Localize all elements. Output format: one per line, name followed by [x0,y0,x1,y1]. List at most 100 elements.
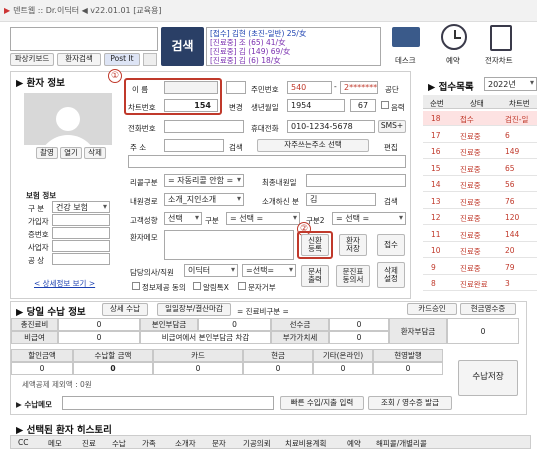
photo-capture-button[interactable]: 촬영 [36,147,58,159]
detail-info-link[interactable]: < 상세정보 보기 > [34,278,95,289]
card-value[interactable]: 0 [153,362,243,375]
ins-business-input[interactable] [52,240,110,252]
introducer-input[interactable]: 김 [306,193,376,206]
tendency-select[interactable]: 선택 [164,212,202,225]
consent-checkbox[interactable] [132,282,140,290]
new-patient-register-button[interactable]: 신환 등록 [301,234,329,256]
gongdan-button[interactable]: 공단 [385,84,399,95]
history-tab[interactable]: 치료비용계획 [285,438,326,449]
alimtalk-checkbox[interactable] [193,282,201,290]
quick-income-button[interactable]: 빠른 수입/지출 입력 [280,396,364,410]
history-tab[interactable]: 소개자 [175,438,196,449]
introducer-search-button[interactable]: 검색 [384,196,398,207]
patient-search-button[interactable]: 환자검색 [57,53,101,66]
daily-ledger-tab[interactable]: 일일장부/결산마감 [157,303,231,316]
receipt-row[interactable]: 16 진료중 149 [423,144,537,159]
frequent-address-button[interactable]: 자주쓰는주소 선택 [257,139,369,152]
chart-no-input[interactable]: 154 [164,99,218,112]
patient-memo-textarea[interactable] [164,230,294,260]
cash-receipt-button[interactable]: 현금영수증 [460,303,516,315]
age-input[interactable]: 67 [350,99,376,112]
receipt-row[interactable]: 12 진료중 120 [423,210,537,225]
detail-payment-tab[interactable]: 상세 수납 [102,303,148,316]
post-it-icon[interactable] [143,53,157,66]
address-edit-button[interactable]: 편집 [384,142,398,153]
gubun-select[interactable]: = 선택 = [226,212,300,225]
name-input[interactable] [164,81,218,94]
card-approve-button[interactable]: 카드승인 [407,303,457,315]
name-extra-input[interactable] [226,81,246,94]
doctor-select[interactable]: 이딕터 [184,264,238,277]
receipt-row[interactable]: 8 진료완료 3 [423,276,537,291]
photo-delete-button[interactable]: 삭제 [84,147,106,159]
waiting-list-box[interactable]: [접수] 김현 (초진-일반) 25/女 [진료중] 조 (65) 41/女 [… [206,27,381,66]
phone-input[interactable] [164,120,244,133]
questionnaire-button[interactable]: 문진표 동의서 [336,265,370,287]
virtual-keyboard-button[interactable]: 파상키보드 [10,53,54,66]
sms-button[interactable]: SMS+ [378,120,406,133]
address-detail-input[interactable] [128,155,406,168]
last-visit-input[interactable] [306,174,406,187]
history-tab[interactable]: 예약 [347,438,361,449]
mobile-input[interactable]: 010-1234-5678 [287,120,375,133]
receipt-row[interactable]: 14 진료중 56 [423,177,537,192]
search-button[interactable]: 검색 [161,27,204,66]
patient-save-button[interactable]: 환자 저장 [339,234,367,256]
history-tab[interactable]: CC [18,438,28,447]
insurance-kind-select[interactable]: 건강 보험 [52,201,110,213]
receipt-col-status: 상태 [470,99,484,108]
history-tab[interactable]: 진료 [82,438,96,449]
cash-issue-value[interactable]: 0 [373,362,443,375]
history-tab[interactable]: 가족 [142,438,156,449]
receipt-row[interactable]: 9 진료중 79 [423,260,537,275]
discount-value[interactable]: 0 [11,362,73,375]
ins-accident-input[interactable] [52,253,110,265]
non-covered-label: 비급여 [11,331,58,344]
receipt-row[interactable]: 17 진료중 6 [423,128,537,143]
history-tab[interactable]: 메모 [48,438,62,449]
receipt-row[interactable]: 13 진료중 76 [423,194,537,209]
cash-value[interactable]: 0 [243,362,313,375]
jumin-back-input[interactable]: 2******* [340,81,378,94]
staff-select[interactable]: =선택= [242,264,296,277]
reservation-label: 예약 [446,56,460,65]
delete-setting-button[interactable]: 삭제 설정 [377,262,405,288]
photo-open-button[interactable]: 열기 [60,147,82,159]
address-input[interactable] [164,139,224,152]
receipt-row[interactable]: 18 접수 검진-일 [423,111,537,126]
fee-type-select[interactable]: = 진료비구분 = [237,306,289,317]
receipt-row[interactable]: 10 진료중 20 [423,243,537,258]
birth-input[interactable]: 1954 [287,99,345,112]
lunar-checkbox[interactable] [381,101,389,109]
chart-no-change-button[interactable]: 변경 [229,102,243,113]
history-tab[interactable]: 해피콜/개별리콜 [376,438,427,449]
receipt-issue-button[interactable]: 조회 / 영수증 발급 [368,396,452,410]
sms-refuse-checkbox[interactable] [238,282,246,290]
receipt-row[interactable]: 11 진료중 144 [423,227,537,242]
recall-select[interactable]: = 자동리콜 안함 = [164,174,244,187]
reception-button[interactable]: 접수 [377,234,405,256]
route-select[interactable]: 소개_지인소개 [164,193,244,206]
ins-card-no-input[interactable] [52,227,110,239]
address-search-button[interactable]: 검색 [229,142,243,153]
history-tab[interactable]: 문자 [212,438,226,449]
receipt-row-no: 15 [431,163,441,173]
e-chart-icon[interactable] [490,25,512,51]
document-print-button[interactable]: 문서 출력 [301,265,329,287]
payment-memo-input[interactable] [62,396,274,410]
patient-search-input[interactable] [10,27,158,51]
receipt-year-select[interactable]: 2022년 [484,77,537,91]
reservation-clock-icon[interactable] [441,24,467,50]
desk-icon[interactable] [392,27,420,47]
receipt-row-chart: 20 [505,246,515,255]
history-tab[interactable]: 기공의뢰 [243,438,271,449]
post-it-button[interactable]: Post It [104,53,140,66]
gubun2-select[interactable]: = 선택 = [332,212,406,225]
jumin-front-input[interactable]: 540 [287,81,332,94]
history-tab[interactable]: 수납 [112,438,126,449]
deduct-checkbox-label[interactable]: 비급여에서 본인부담금 차감 [140,331,271,344]
other-value[interactable]: 0 [313,362,373,375]
receipt-row[interactable]: 15 진료중 65 [423,161,537,176]
ins-subscriber-input[interactable] [52,214,110,226]
payment-save-button[interactable]: 수납저장 [458,360,518,396]
